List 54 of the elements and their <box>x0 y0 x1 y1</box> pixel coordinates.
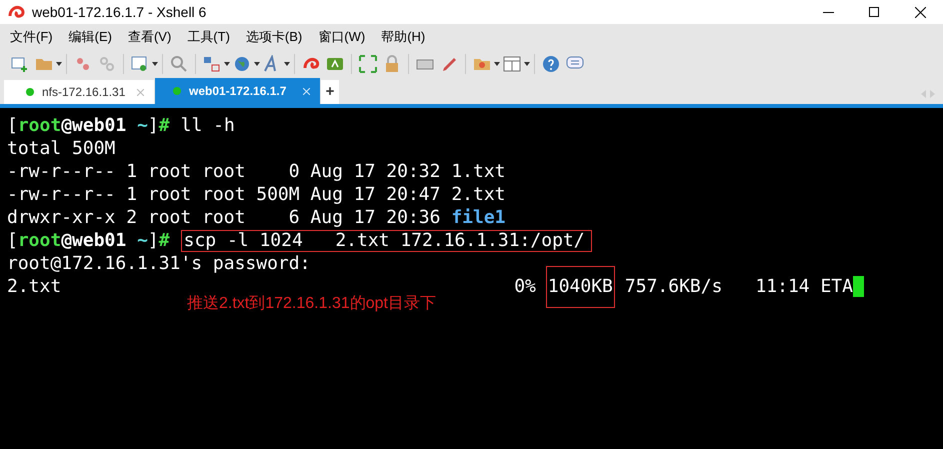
new-tab-button[interactable]: + <box>321 80 339 104</box>
eta-text: 11:14 ETA <box>755 275 853 298</box>
maximize-icon <box>869 7 879 17</box>
percent-text: 0% <box>514 275 536 298</box>
panel-icon[interactable] <box>503 55 521 73</box>
menu-item[interactable]: 帮助(H) <box>381 27 426 47</box>
close-icon <box>914 6 926 18</box>
session-tab[interactable]: nfs-172.16.1.31 <box>4 80 154 104</box>
output-text: total 500M <box>7 137 116 160</box>
menu-item[interactable]: 工具(T) <box>187 27 230 47</box>
output-text: drwxr-xr-x 2 root root 6 Aug 17 20:36 <box>7 206 442 229</box>
output-text: -rw-r--r-- 1 root root 500M Aug 17 20:47 <box>7 183 442 206</box>
command-text: scp -l 1024 2.txt 172.16.1.31:/opt/ <box>180 230 592 252</box>
close-icon[interactable] <box>137 88 144 96</box>
transfer-icon[interactable] <box>326 55 344 73</box>
status-dot-icon <box>173 87 181 95</box>
menu-item[interactable]: 文件(F) <box>10 27 53 47</box>
caret-icon[interactable] <box>254 62 260 66</box>
annotation-text: 推送2.txt到172.16.1.31的opt目录下 <box>187 294 437 314</box>
output-text: 2.txt <box>451 183 506 206</box>
caret-icon[interactable] <box>494 62 500 66</box>
prompt: [root@web01 ~]# <box>7 114 171 137</box>
caret-icon[interactable] <box>224 62 230 66</box>
window-title: web01-172.16.1.7 - Xshell 6 <box>32 2 206 22</box>
caret-icon[interactable] <box>524 62 530 66</box>
status-dot-icon <box>26 88 34 96</box>
shell-logo-icon <box>8 4 26 20</box>
menu-item[interactable]: 编辑(E) <box>68 27 112 47</box>
fullscreen-icon[interactable] <box>359 55 377 73</box>
output-text: 1.txt <box>451 160 506 183</box>
search-icon[interactable] <box>170 55 188 73</box>
command-text: ll -h <box>180 114 235 137</box>
file-name: 2.txt <box>7 275 62 298</box>
menu-item[interactable]: 选项卡(B) <box>246 27 302 47</box>
caret-icon[interactable] <box>152 62 158 66</box>
directory-name: file1 <box>451 206 506 229</box>
rate-text: 757.6KB/s <box>624 275 722 298</box>
connect-icon[interactable] <box>74 55 92 73</box>
lock-icon[interactable] <box>383 55 401 73</box>
pen-icon[interactable] <box>440 55 458 73</box>
output-text: root@172.16.1.31's password: <box>7 252 310 275</box>
caret-icon[interactable] <box>56 62 62 66</box>
layout-icon[interactable] <box>203 55 221 73</box>
transferred-size: 1040KB <box>546 266 615 308</box>
session-tab[interactable]: web01-172.16.1.7 <box>155 78 320 104</box>
cursor <box>853 276 864 297</box>
menu-item[interactable]: 查看(V) <box>128 27 172 47</box>
prompt: [root@web01 ~]# <box>7 229 171 252</box>
close-icon[interactable] <box>303 88 310 94</box>
output-text: -rw-r--r-- 1 root root 0 Aug 17 20:32 <box>7 160 442 183</box>
help-icon[interactable] <box>542 55 560 73</box>
caret-icon[interactable] <box>284 62 290 66</box>
new-session-icon[interactable] <box>11 55 29 73</box>
menu-item[interactable]: 窗口(W) <box>318 27 366 47</box>
